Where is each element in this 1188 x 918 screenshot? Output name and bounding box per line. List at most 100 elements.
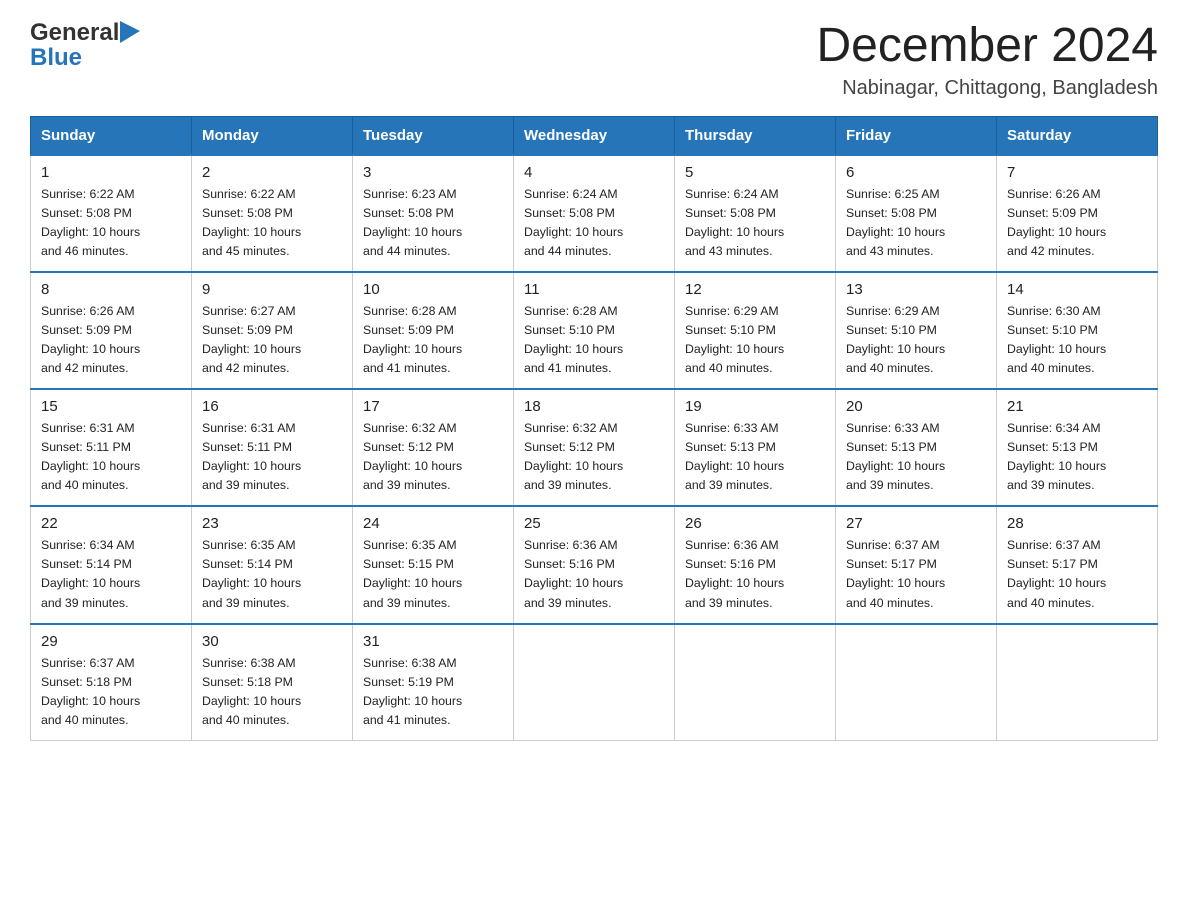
calendar-cell: 5 Sunrise: 6:24 AMSunset: 5:08 PMDaylight…: [675, 155, 836, 272]
day-number: 20: [846, 398, 986, 415]
day-info: Sunrise: 6:22 AMSunset: 5:08 PMDaylight:…: [202, 185, 342, 261]
day-info: Sunrise: 6:37 AMSunset: 5:17 PMDaylight:…: [1007, 536, 1147, 612]
day-number: 15: [41, 398, 181, 415]
day-info: Sunrise: 6:26 AMSunset: 5:09 PMDaylight:…: [1007, 185, 1147, 261]
day-number: 7: [1007, 164, 1147, 181]
day-number: 17: [363, 398, 503, 415]
header-tuesday: Tuesday: [353, 116, 514, 155]
calendar-cell: 3 Sunrise: 6:23 AMSunset: 5:08 PMDaylight…: [353, 155, 514, 272]
day-number: 29: [41, 633, 181, 650]
calendar-cell: 20 Sunrise: 6:33 AMSunset: 5:13 PMDayligh…: [836, 389, 997, 506]
calendar-cell: 30 Sunrise: 6:38 AMSunset: 5:18 PMDayligh…: [192, 624, 353, 741]
day-info: Sunrise: 6:31 AMSunset: 5:11 PMDaylight:…: [202, 419, 342, 495]
calendar-cell: [514, 624, 675, 741]
calendar-cell: [997, 624, 1158, 741]
logo: General Blue: [30, 20, 140, 72]
header-wednesday: Wednesday: [514, 116, 675, 155]
calendar-header-row: SundayMondayTuesdayWednesdayThursdayFrid…: [31, 116, 1158, 155]
day-info: Sunrise: 6:30 AMSunset: 5:10 PMDaylight:…: [1007, 302, 1147, 378]
calendar-cell: 12 Sunrise: 6:29 AMSunset: 5:10 PMDayligh…: [675, 272, 836, 389]
calendar-cell: 25 Sunrise: 6:36 AMSunset: 5:16 PMDayligh…: [514, 506, 675, 623]
calendar-cell: 26Sunrise: 6:36 AMSunset: 5:16 PMDayligh…: [675, 506, 836, 623]
calendar-cell: 10 Sunrise: 6:28 AMSunset: 5:09 PMDayligh…: [353, 272, 514, 389]
day-number: 19: [685, 398, 825, 415]
header-friday: Friday: [836, 116, 997, 155]
day-info: Sunrise: 6:33 AMSunset: 5:13 PMDaylight:…: [685, 419, 825, 495]
day-number: 31: [363, 633, 503, 650]
day-info: Sunrise: 6:37 AMSunset: 5:17 PMDaylight:…: [846, 536, 986, 612]
day-info: Sunrise: 6:34 AMSunset: 5:13 PMDaylight:…: [1007, 419, 1147, 495]
day-number: 30: [202, 633, 342, 650]
day-number: 21: [1007, 398, 1147, 415]
location-subtitle: Nabinagar, Chittagong, Bangladesh: [816, 77, 1158, 100]
day-number: 1: [41, 164, 181, 181]
calendar-cell: 1 Sunrise: 6:22 AMSunset: 5:08 PMDaylight…: [31, 155, 192, 272]
day-info: Sunrise: 6:38 AMSunset: 5:19 PMDaylight:…: [363, 654, 503, 730]
day-number: 9: [202, 281, 342, 298]
day-number: 24: [363, 515, 503, 532]
day-info: Sunrise: 6:28 AMSunset: 5:09 PMDaylight:…: [363, 302, 503, 378]
day-number: 10: [363, 281, 503, 298]
day-info: Sunrise: 6:29 AMSunset: 5:10 PMDaylight:…: [846, 302, 986, 378]
calendar-cell: 7 Sunrise: 6:26 AMSunset: 5:09 PMDaylight…: [997, 155, 1158, 272]
day-number: 2: [202, 164, 342, 181]
day-info: Sunrise: 6:31 AMSunset: 5:11 PMDaylight:…: [41, 419, 181, 495]
week-row-3: 15 Sunrise: 6:31 AMSunset: 5:11 PMDayligh…: [31, 389, 1158, 506]
day-info: Sunrise: 6:26 AMSunset: 5:09 PMDaylight:…: [41, 302, 181, 378]
calendar-cell: 15 Sunrise: 6:31 AMSunset: 5:11 PMDayligh…: [31, 389, 192, 506]
calendar-cell: 23Sunrise: 6:35 AMSunset: 5:14 PMDayligh…: [192, 506, 353, 623]
calendar-cell: 11Sunrise: 6:28 AMSunset: 5:10 PMDayligh…: [514, 272, 675, 389]
day-number: 25: [524, 515, 664, 532]
calendar-cell: 31 Sunrise: 6:38 AMSunset: 5:19 PMDayligh…: [353, 624, 514, 741]
calendar-cell: 27 Sunrise: 6:37 AMSunset: 5:17 PMDayligh…: [836, 506, 997, 623]
day-info: Sunrise: 6:24 AMSunset: 5:08 PMDaylight:…: [685, 185, 825, 261]
day-number: 3: [363, 164, 503, 181]
calendar-cell: 8 Sunrise: 6:26 AMSunset: 5:09 PMDaylight…: [31, 272, 192, 389]
logo-general: General: [30, 20, 119, 46]
day-info: Sunrise: 6:29 AMSunset: 5:10 PMDaylight:…: [685, 302, 825, 378]
day-info: Sunrise: 6:36 AMSunset: 5:16 PMDaylight:…: [685, 536, 825, 612]
day-info: Sunrise: 6:32 AMSunset: 5:12 PMDaylight:…: [524, 419, 664, 495]
day-number: 27: [846, 515, 986, 532]
day-info: Sunrise: 6:25 AMSunset: 5:08 PMDaylight:…: [846, 185, 986, 261]
day-info: Sunrise: 6:23 AMSunset: 5:08 PMDaylight:…: [363, 185, 503, 261]
calendar-cell: 13 Sunrise: 6:29 AMSunset: 5:10 PMDayligh…: [836, 272, 997, 389]
calendar-cell: 24 Sunrise: 6:35 AMSunset: 5:15 PMDayligh…: [353, 506, 514, 623]
calendar-cell: 4 Sunrise: 6:24 AMSunset: 5:08 PMDaylight…: [514, 155, 675, 272]
calendar-cell: 17Sunrise: 6:32 AMSunset: 5:12 PMDayligh…: [353, 389, 514, 506]
day-info: Sunrise: 6:33 AMSunset: 5:13 PMDaylight:…: [846, 419, 986, 495]
page-header: General Blue December 2024 Nabinagar, Ch…: [30, 20, 1158, 100]
calendar-cell: 29 Sunrise: 6:37 AMSunset: 5:18 PMDayligh…: [31, 624, 192, 741]
day-number: 4: [524, 164, 664, 181]
day-number: 28: [1007, 515, 1147, 532]
calendar-cell: 21 Sunrise: 6:34 AMSunset: 5:13 PMDayligh…: [997, 389, 1158, 506]
week-row-4: 22Sunrise: 6:34 AMSunset: 5:14 PMDayligh…: [31, 506, 1158, 623]
header-saturday: Saturday: [997, 116, 1158, 155]
calendar-cell: 2 Sunrise: 6:22 AMSunset: 5:08 PMDaylight…: [192, 155, 353, 272]
day-number: 8: [41, 281, 181, 298]
day-number: 14: [1007, 281, 1147, 298]
day-info: Sunrise: 6:35 AMSunset: 5:15 PMDaylight:…: [363, 536, 503, 612]
day-info: Sunrise: 6:38 AMSunset: 5:18 PMDaylight:…: [202, 654, 342, 730]
calendar-cell: 19 Sunrise: 6:33 AMSunset: 5:13 PMDayligh…: [675, 389, 836, 506]
week-row-2: 8 Sunrise: 6:26 AMSunset: 5:09 PMDaylight…: [31, 272, 1158, 389]
day-info: Sunrise: 6:35 AMSunset: 5:14 PMDaylight:…: [202, 536, 342, 612]
day-number: 13: [846, 281, 986, 298]
calendar-table: SundayMondayTuesdayWednesdayThursdayFrid…: [30, 116, 1158, 741]
calendar-cell: 18 Sunrise: 6:32 AMSunset: 5:12 PMDayligh…: [514, 389, 675, 506]
day-info: Sunrise: 6:22 AMSunset: 5:08 PMDaylight:…: [41, 185, 181, 261]
calendar-cell: 9Sunrise: 6:27 AMSunset: 5:09 PMDaylight…: [192, 272, 353, 389]
calendar-cell: 16Sunrise: 6:31 AMSunset: 5:11 PMDayligh…: [192, 389, 353, 506]
header-thursday: Thursday: [675, 116, 836, 155]
logo-arrow-icon: [120, 21, 140, 43]
calendar-cell: [836, 624, 997, 741]
day-number: 5: [685, 164, 825, 181]
day-info: Sunrise: 6:24 AMSunset: 5:08 PMDaylight:…: [524, 185, 664, 261]
day-info: Sunrise: 6:37 AMSunset: 5:18 PMDaylight:…: [41, 654, 181, 730]
day-info: Sunrise: 6:36 AMSunset: 5:16 PMDaylight:…: [524, 536, 664, 612]
day-number: 12: [685, 281, 825, 298]
day-info: Sunrise: 6:28 AMSunset: 5:10 PMDaylight:…: [524, 302, 664, 378]
week-row-1: 1 Sunrise: 6:22 AMSunset: 5:08 PMDaylight…: [31, 155, 1158, 272]
title-section: December 2024 Nabinagar, Chittagong, Ban…: [816, 20, 1158, 100]
day-number: 18: [524, 398, 664, 415]
